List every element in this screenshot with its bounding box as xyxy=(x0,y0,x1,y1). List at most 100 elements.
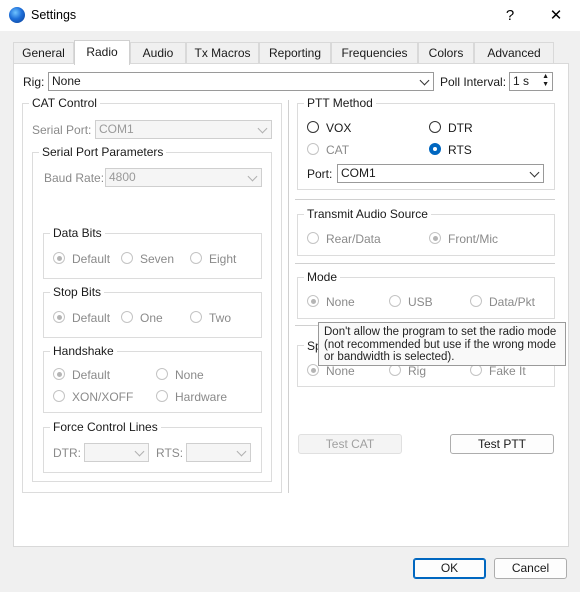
audio-front-mic-radio[interactable] xyxy=(429,232,441,244)
test-ptt-button[interactable]: Test PTT xyxy=(450,434,554,454)
horizontal-divider xyxy=(295,199,555,200)
ptt-dtr-radio[interactable] xyxy=(429,121,441,133)
ptt-port-value: COM1 xyxy=(341,166,376,180)
dtr-combo[interactable] xyxy=(84,443,149,462)
mode-none-radio[interactable] xyxy=(307,295,319,307)
help-button[interactable]: ? xyxy=(488,0,532,31)
mode-data-pkt-radio[interactable] xyxy=(470,295,482,307)
split-none-label: None xyxy=(326,364,355,378)
tab-audio[interactable]: Audio xyxy=(130,42,186,63)
audio-front-mic-label: Front/Mic xyxy=(448,232,499,246)
horizontal-divider xyxy=(295,263,555,264)
mode-data-pkt-label: Data/Pkt xyxy=(489,295,536,309)
ptt-vox-label: VOX xyxy=(326,121,352,135)
handshake-none-radio[interactable] xyxy=(156,368,168,380)
tooltip-line-1: Don't allow the program to set the radio… xyxy=(324,326,557,338)
tooltip-line-2: (not recommended but use if the wrong mo… xyxy=(324,338,557,351)
split-fake-it-label: Fake It xyxy=(489,364,526,378)
data-bits-eight-label: Eight xyxy=(209,252,237,266)
stop-bits-title: Stop Bits xyxy=(50,285,105,299)
stop-bits-two-radio[interactable] xyxy=(190,311,202,323)
close-button[interactable]: ✕ xyxy=(534,0,578,31)
handshake-xonxoff-label: XON/XOFF xyxy=(72,390,134,404)
mode-none-label: None xyxy=(326,295,355,309)
chevron-down-icon xyxy=(257,123,268,134)
force-control-lines-title: Force Control Lines xyxy=(50,420,161,434)
app-globe-icon xyxy=(9,7,25,23)
stop-bits-two-label: Two xyxy=(209,311,232,325)
tab-tx-macros[interactable]: Tx Macros xyxy=(186,42,259,63)
data-bits-title: Data Bits xyxy=(50,226,105,240)
ptt-rts-radio[interactable] xyxy=(429,143,441,155)
serial-port-combo[interactable]: COM1 xyxy=(95,120,272,139)
handshake-default-label: Default xyxy=(72,368,111,382)
chevron-down-icon xyxy=(236,446,247,457)
tab-advanced[interactable]: Advanced xyxy=(474,42,554,63)
ptt-dtr-label: DTR xyxy=(448,121,473,135)
transmit-audio-source-title: Transmit Audio Source xyxy=(304,207,431,221)
cancel-button[interactable]: Cancel xyxy=(494,558,567,579)
stop-bits-one-radio[interactable] xyxy=(121,311,133,323)
tooltip-line-3: or bandwidth is selected). xyxy=(324,351,455,363)
handshake-default-radio[interactable] xyxy=(53,368,65,380)
data-bits-seven-label: Seven xyxy=(140,252,175,266)
serial-port-value: COM1 xyxy=(99,122,134,136)
stop-bits-default-radio[interactable] xyxy=(53,311,65,323)
ok-button[interactable]: OK xyxy=(413,558,486,579)
serial-port-parameters-title: Serial Port Parameters xyxy=(39,145,167,159)
ptt-cat-radio[interactable] xyxy=(307,143,319,155)
baud-rate-value: 4800 xyxy=(109,170,136,184)
ptt-rts-label: RTS xyxy=(448,143,472,157)
tab-frequencies[interactable]: Frequencies xyxy=(331,42,418,63)
data-bits-eight-radio[interactable] xyxy=(190,252,202,264)
stop-bits-default-label: Default xyxy=(72,311,111,325)
tab-radio[interactable]: Radio xyxy=(74,40,130,65)
handshake-none-label: None xyxy=(175,368,204,382)
chevron-down-icon xyxy=(247,171,258,182)
mode-usb-radio[interactable] xyxy=(389,295,401,307)
ptt-method-title: PTT Method xyxy=(304,96,376,110)
tab-general[interactable]: General xyxy=(13,42,74,63)
handshake-hardware-radio[interactable] xyxy=(156,390,168,402)
vertical-divider xyxy=(288,100,289,493)
baud-rate-label: Baud Rate: xyxy=(44,171,105,185)
tab-colors[interactable]: Colors xyxy=(418,42,474,63)
ptt-port-combo[interactable]: COM1 xyxy=(337,164,544,183)
poll-interval-value: 1 s xyxy=(513,74,530,88)
handshake-title: Handshake xyxy=(50,344,117,358)
test-cat-button[interactable]: Test CAT xyxy=(298,434,402,454)
ptt-vox-radio[interactable] xyxy=(307,121,319,133)
chevron-down-icon xyxy=(529,167,540,178)
data-bits-seven-radio[interactable] xyxy=(121,252,133,264)
audio-rear-data-radio[interactable] xyxy=(307,232,319,244)
rig-value: None xyxy=(52,74,81,88)
rig-combo[interactable]: None xyxy=(48,72,434,91)
mode-title: Mode xyxy=(304,270,341,284)
chevron-down-icon xyxy=(134,446,145,457)
rts-label: RTS: xyxy=(156,446,184,460)
spin-arrows-icon: ▲ ▼ xyxy=(542,73,549,88)
ptt-port-label: Port: xyxy=(307,167,333,181)
handshake-hardware-label: Hardware xyxy=(175,390,228,404)
handshake-xonxoff-radio[interactable] xyxy=(53,390,65,402)
split-rig-label: Rig xyxy=(408,364,427,378)
data-bits-default-label: Default xyxy=(72,252,111,266)
stop-bits-one-label: One xyxy=(140,311,163,325)
data-bits-default-radio[interactable] xyxy=(53,252,65,264)
audio-rear-data-label: Rear/Data xyxy=(326,232,381,246)
poll-interval-spinbox[interactable]: 1 s ▲ ▼ xyxy=(509,72,553,91)
rts-combo[interactable] xyxy=(186,443,251,462)
mode-tooltip: Don't allow the program to set the radio… xyxy=(318,322,566,366)
cat-control-title: CAT Control xyxy=(29,96,100,110)
rig-label: Rig: xyxy=(23,75,45,89)
chevron-down-icon xyxy=(419,75,430,86)
poll-interval-label: Poll Interval: xyxy=(440,75,507,89)
window-title: Settings xyxy=(31,8,77,22)
tab-reporting[interactable]: Reporting xyxy=(259,42,331,63)
serial-port-label: Serial Port: xyxy=(32,123,92,137)
baud-rate-combo[interactable]: 4800 xyxy=(105,168,262,187)
ptt-cat-label: CAT xyxy=(326,143,350,157)
mode-usb-label: USB xyxy=(408,295,433,309)
dtr-label: DTR: xyxy=(53,446,81,460)
tab-strip: General Radio Audio Tx Macros Reporting … xyxy=(13,40,569,65)
